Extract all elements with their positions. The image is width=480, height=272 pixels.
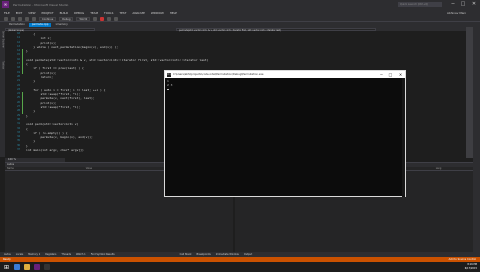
scope-dropdown[interactable]: (Global Scope) (5, 27, 95, 32)
visual-studio-logo-icon: ∞ (2, 1, 9, 8)
step-over-icon[interactable] (114, 16, 119, 21)
tab-threads[interactable]: Threads (61, 253, 71, 256)
clock[interactable]: 8:16 PM 6/17/2015 (465, 263, 477, 271)
tab-memory[interactable]: Memory 1 (28, 253, 40, 256)
menu-file[interactable]: FILE (4, 11, 10, 15)
changed-lines-marker (22, 92, 23, 114)
minimize-button[interactable]: ─ (448, 0, 458, 9)
visual-studio-task-icon[interactable] (34, 264, 40, 270)
menu-build[interactable]: BUILD (60, 11, 69, 15)
tab-watch[interactable]: Watch 1 (76, 253, 86, 256)
menu-edit[interactable]: EDIT (16, 11, 22, 15)
console-close-button[interactable]: ✕ (396, 71, 405, 78)
line-numbers: 10 11 12 13 14 15 16 17 18 19 20 21 22 23 24 25 26 27 28 29… (8, 32, 20, 157)
console-cursor (167, 87, 403, 91)
member-dropdown[interactable]: permute(std::vector<int> & v, std::vecto… (176, 27, 376, 32)
editor-vertical-scrollbar[interactable] (466, 27, 473, 158)
maximize-button[interactable]: □ (458, 0, 468, 9)
console-output[interactable]: 1 2 3 (165, 78, 405, 92)
menu-team[interactable]: TEAM (90, 11, 98, 15)
console-title-bar[interactable]: C:\ C:\Users\abhi\projects\code-intel\Pe… (165, 71, 405, 78)
toolbox-tab[interactable]: Toolbox (1, 61, 5, 69)
console-scrollbar[interactable] (402, 78, 405, 197)
console-title: C:\Users\abhi\projects\code-intel\Permut… (173, 73, 264, 76)
column-lang[interactable]: Lang (436, 167, 442, 170)
server-explorer-tab[interactable]: Server Explorer (1, 31, 5, 48)
menu-analyze[interactable]: ANALYZE (132, 11, 145, 15)
windows-start-icon[interactable]: ⊞ (3, 264, 10, 271)
ie-icon[interactable] (14, 264, 20, 270)
menu-help[interactable]: HELP (170, 11, 177, 15)
signed-in-user[interactable]: Abhinav Mani (447, 11, 466, 15)
new-project-icon[interactable] (18, 16, 22, 21)
menu-debug[interactable]: DEBUG (74, 11, 84, 15)
file-explorer-icon[interactable] (24, 264, 30, 270)
clock-date: 6/17/2015 (464, 267, 477, 270)
tab-immediate[interactable]: Immediate Window (216, 253, 239, 256)
tab-find-symbol[interactable]: Find Symbol Results (91, 253, 115, 256)
close-button[interactable]: ✕ (469, 0, 479, 9)
platform-dropdown[interactable]: Win32 (76, 16, 91, 21)
window-title: Permutation - Microsoft Visual Studio (13, 2, 69, 7)
console-icon: C:\ (167, 72, 171, 77)
restart-icon[interactable] (107, 16, 112, 21)
continue-button[interactable]: Continue (39, 16, 57, 21)
save-icon[interactable] (25, 16, 29, 21)
configuration-dropdown[interactable]: Debug (59, 16, 74, 21)
column-name[interactable]: Name (7, 167, 14, 170)
console-maximize-button[interactable]: □ (386, 71, 395, 78)
stop-icon[interactable] (100, 16, 105, 21)
changed-lines-marker (22, 49, 23, 74)
tab-output[interactable]: Output (244, 253, 252, 256)
tab-call-stack[interactable]: Call Stack (180, 253, 192, 256)
menu-project[interactable]: PROJECT (42, 11, 54, 15)
tab-locals[interactable]: Locals (16, 253, 23, 256)
console-window[interactable]: C:\ C:\Users\abhi\projects\code-intel\Pe… (164, 70, 406, 197)
windows-taskbar: ⊞ 8:16 PM 6/17/2015 (0, 262, 480, 272)
tab-registers[interactable]: Registers (45, 253, 56, 256)
column-value[interactable]: Value (86, 167, 92, 170)
navigation-bar: (Global Scope) permute(std::vector<int> … (5, 27, 466, 32)
tab-autos[interactable]: Autos (4, 253, 11, 256)
menu-test[interactable]: TEST (119, 11, 126, 15)
menu-view[interactable]: VIEW (28, 11, 35, 15)
pause-icon[interactable] (93, 16, 98, 21)
right-tool-strip (473, 27, 480, 257)
title-bar: ∞ Permutation - Microsoft Visual Studio … (0, 0, 480, 9)
menu-tools[interactable]: TOOLS (104, 11, 113, 15)
console-task-icon[interactable] (44, 264, 50, 270)
undo-icon[interactable] (32, 16, 36, 21)
status-text: Ready (3, 258, 11, 261)
line-number: 37 (17, 148, 20, 152)
menu-bar: FILE EDIT VIEW PROJECT BUILD DEBUG TEAM … (0, 9, 480, 16)
quick-launch-input[interactable]: Quick Launch (Ctrl+Q) (398, 2, 442, 7)
back-icon[interactable] (4, 16, 8, 21)
change-gutter (22, 32, 24, 157)
tab-breakpoints[interactable]: Breakpoints (197, 253, 211, 256)
menu-window[interactable]: WINDOW (151, 11, 164, 15)
console-minimize-button[interactable]: ─ (377, 71, 386, 78)
forward-icon[interactable] (11, 16, 15, 21)
